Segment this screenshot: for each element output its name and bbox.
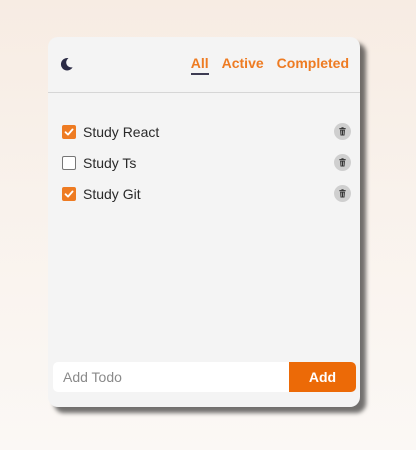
todo-checkbox[interactable] [62, 155, 76, 170]
todo-item: Study Ts [62, 147, 352, 178]
trash-icon [339, 158, 346, 167]
todo-list: Study React Study Ts Study Git [62, 116, 352, 209]
check-icon [64, 128, 74, 135]
todo-checkbox[interactable] [62, 186, 76, 201]
add-button[interactable]: Add [289, 362, 356, 392]
todo-card: All Active Completed Study React Study T… [48, 37, 360, 407]
todo-text: Study Git [83, 185, 141, 202]
tab-completed[interactable]: Completed [277, 55, 349, 75]
todo-text: Study Ts [83, 154, 137, 171]
delete-button[interactable] [334, 185, 351, 202]
delete-button[interactable] [334, 154, 351, 171]
tab-active[interactable]: Active [222, 55, 264, 75]
todo-text: Study React [83, 123, 160, 140]
trash-icon [339, 189, 346, 198]
delete-button[interactable] [334, 123, 351, 140]
check-icon [64, 190, 74, 197]
todo-checkbox[interactable] [62, 124, 76, 139]
add-todo-form: Add [53, 362, 356, 392]
filter-tabs: All Active Completed [190, 55, 349, 75]
tab-all[interactable]: All [190, 55, 209, 75]
trash-icon [339, 127, 346, 136]
todo-item: Study React [62, 116, 352, 147]
moon-icon[interactable] [58, 56, 74, 72]
todo-item: Study Git [62, 178, 352, 209]
add-todo-input[interactable] [53, 362, 289, 392]
todo-header: All Active Completed [48, 37, 360, 93]
